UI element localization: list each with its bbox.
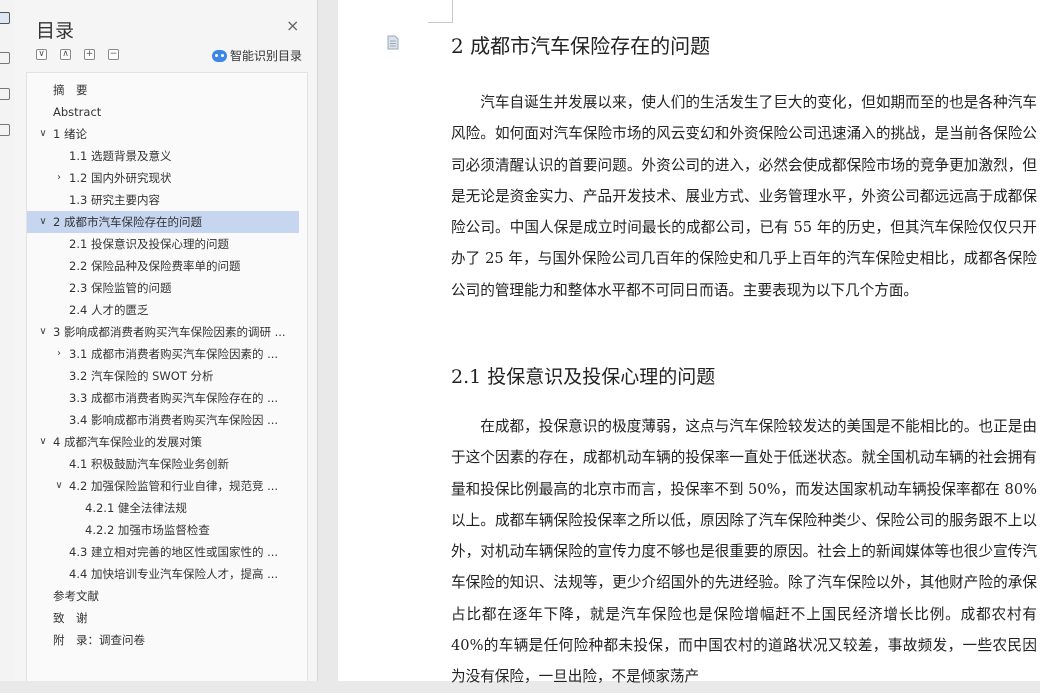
toc-item[interactable]: 2.2 保险品种及保险费率单的问题 [27, 255, 299, 277]
toc-item-label: 4.3 建立相对完善的地区性或国家性的 ... [69, 545, 279, 559]
toc-item[interactable]: ∨ 3 影响成都消费者购买汽车保险因素的调研 ... [27, 321, 299, 343]
toc-item[interactable]: 4.4 加快培训专业汽车保险人才，提高 ... [27, 563, 299, 585]
search-icon[interactable] [0, 124, 10, 136]
toc-list: 摘 要 Abstract ∨ 1 绪论 1.1 选题背景及意义 › 1.2 国内外研究现状 1… [26, 72, 308, 681]
add-heading-button[interactable]: + [84, 49, 95, 60]
toc-item-label: 4.2.1 健全法律法规 [85, 501, 187, 515]
toc-item[interactable]: Abstract [27, 101, 299, 123]
toc-item[interactable]: 3.2 汽车保险的 SWOT 分析 [27, 365, 299, 387]
subsection-heading: 2.1 投保意识及投保心理的问题 [451, 366, 716, 388]
toc-item-label: 致 谢 [53, 611, 88, 625]
chevron-right-icon[interactable]: › [53, 343, 65, 365]
toc-panel-title: 目录 [36, 20, 75, 42]
toc-item-label: 4.2.2 加强市场监督检查 [85, 523, 210, 537]
toc-item[interactable]: › 1.2 国内外研究现状 [27, 167, 299, 189]
page-thumbnail-icon[interactable] [0, 88, 10, 100]
toc-item-label: 1.1 选题背景及意义 [69, 149, 172, 163]
chevron-down-icon[interactable]: ∨ [37, 431, 49, 453]
smart-recognition-icon [212, 49, 227, 62]
toc-item[interactable]: 1.3 研究主要内容 [27, 189, 299, 211]
toc-item-label: 1 绪论 [53, 127, 87, 141]
toc-item[interactable]: 2.1 投保意识及投保心理的问题 [27, 233, 299, 255]
toc-item[interactable]: 2.4 人才的匮乏 [27, 299, 299, 321]
toc-item-label: 摘 要 [53, 83, 88, 97]
toc-item-label: 2.1 投保意识及投保心理的问题 [69, 237, 229, 251]
chevron-down-icon[interactable]: ∨ [37, 211, 49, 233]
toc-item-label: 1.3 研究主要内容 [69, 193, 160, 207]
outline-toggle-icon[interactable] [0, 12, 10, 24]
left-toolbar [0, 0, 15, 681]
bookmark-icon[interactable] [0, 52, 10, 64]
toc-item-label: 2.4 人才的匮乏 [69, 303, 149, 317]
toc-item-label: 参考文献 [53, 589, 99, 603]
expand-all-button[interactable]: ∨ [36, 49, 47, 60]
page-margin-marker [428, 0, 453, 23]
toc-item-label: 4.2 加强保险监管和行业自律，规范竞 ... [69, 479, 279, 493]
toc-item[interactable]: 3.4 影响成都市消费者购买汽车保险因 ... [27, 409, 299, 431]
smart-toc-label: 智能识别目录 [230, 49, 303, 63]
toc-item[interactable]: ∨ 1 绪论 [27, 123, 299, 145]
document-page[interactable]: 2 成都市汽车保险存在的问题 汽车自诞生并发展以来，使人们的生活发生了巨大的变化… [338, 0, 1040, 685]
toc-item-label: 2 成都市汽车保险存在的问题 [53, 215, 202, 229]
toc-panel: 目录 × ∨ ∧ + − 智能识别目录 摘 要 Abstract ∨ 1 绪论 1.1 … [14, 0, 318, 681]
toc-item[interactable]: 4.2.2 加强市场监督检查 [27, 519, 299, 541]
toc-item-label: 4 成都汽车保险业的发展对策 [53, 435, 202, 449]
toc-item-label: 3 影响成都消费者购买汽车保险因素的调研 ... [53, 325, 286, 339]
smart-toc-button[interactable]: 智能识别目录 [212, 47, 302, 64]
toc-item-label: 2.3 保险监管的问题 [69, 281, 172, 295]
collapse-all-button[interactable]: ∧ [60, 49, 71, 60]
toc-item-label: 3.3 成都市消费者购买汽车保险存在的 ... [69, 391, 279, 405]
chevron-down-icon[interactable]: ∨ [53, 475, 65, 497]
toc-item-label: 3.2 汽车保险的 SWOT 分析 [69, 369, 214, 383]
toc-item[interactable]: › 3.1 成都市消费者购买汽车保险因素的 ... [27, 343, 299, 365]
chevron-down-icon[interactable]: ∨ [37, 123, 49, 145]
toc-item-label: 3.4 影响成都市消费者购买汽车保险因 ... [69, 413, 279, 427]
chevron-right-icon[interactable]: › [53, 167, 65, 189]
toc-item[interactable]: 致 谢 [27, 607, 299, 629]
toc-item[interactable]: 3.3 成都市消费者购买汽车保险存在的 ... [27, 387, 299, 409]
remove-heading-button[interactable]: − [108, 49, 119, 60]
toc-item[interactable]: 附 录：调查问卷 [27, 629, 299, 651]
toc-item[interactable]: 参考文献 [27, 585, 299, 607]
document-icon[interactable] [386, 35, 400, 50]
toc-item[interactable]: 1.1 选题背景及意义 [27, 145, 299, 167]
toc-item-label: 4.4 加快培训专业汽车保险人才，提高 ... [69, 567, 279, 581]
toc-item-label: 附 录：调查问卷 [53, 633, 145, 647]
toc-item-label: 1.2 国内外研究现状 [69, 171, 172, 185]
toc-item[interactable]: 摘 要 [27, 79, 299, 101]
toc-item[interactable]: 2.3 保险监管的问题 [27, 277, 299, 299]
section-paragraph: 汽车自诞生并发展以来，使人们的生活发生了巨大的变化，但如期而至的也是各种汽车风险… [451, 94, 1037, 299]
toc-item-label: Abstract [53, 105, 102, 119]
toc-item-label: 4.1 积极鼓励汽车保险业务创新 [69, 457, 229, 471]
chevron-down-icon[interactable]: ∨ [37, 321, 49, 343]
document-area: 2 成都市汽车保险存在的问题 汽车自诞生并发展以来，使人们的生活发生了巨大的变化… [318, 0, 1040, 685]
toc-item[interactable]: 4.2.1 健全法律法规 [27, 497, 299, 519]
subsection-paragraph: 在成都，投保意识的极度薄弱，这点与汽车保险较发达的美国是不能相比的。也正是由于这… [451, 418, 1037, 686]
toc-item[interactable]: 4.3 建立相对完善的地区性或国家性的 ... [27, 541, 299, 563]
section-heading: 2 成都市汽车保险存在的问题 [451, 34, 711, 58]
toc-item[interactable]: ∨ 4.2 加强保险监管和行业自律，规范竞 ... [27, 475, 299, 497]
toc-item[interactable]: 4.1 积极鼓励汽车保险业务创新 [27, 453, 299, 475]
toc-item[interactable]: ∨ 4 成都汽车保险业的发展对策 [27, 431, 299, 453]
close-icon[interactable]: × [286, 18, 299, 34]
toc-item-label: 2.2 保险品种及保险费率单的问题 [69, 259, 241, 273]
toc-item-selected[interactable]: ∨ 2 成都市汽车保险存在的问题 [27, 211, 299, 233]
toc-item-label: 3.1 成都市消费者购买汽车保险因素的 ... [69, 347, 279, 361]
